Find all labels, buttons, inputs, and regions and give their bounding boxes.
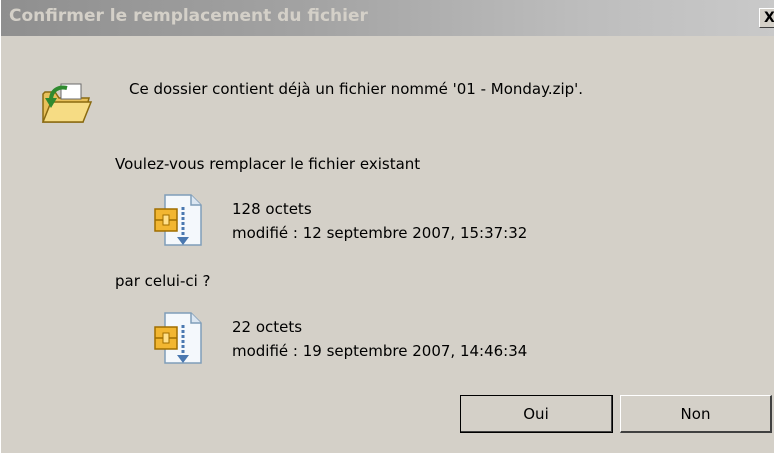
zip-file-icon <box>154 312 202 364</box>
existing-file-modified: modifié : 12 septembre 2007, 15:37:32 <box>232 224 528 242</box>
by-label: par celui-ci ? <box>115 272 211 290</box>
question-text: Voulez-vous remplacer le fichier existan… <box>115 155 421 173</box>
confirm-replace-dialog: Confirmer le remplacement du fichier X C… <box>0 0 774 453</box>
new-file-size: 22 octets <box>232 318 303 336</box>
no-button[interactable]: Non <box>620 395 772 433</box>
folder-replace-icon <box>41 83 93 123</box>
zip-file-icon <box>154 194 202 246</box>
close-button[interactable]: X <box>759 8 774 28</box>
yes-button[interactable]: Oui <box>460 395 613 433</box>
dialog-title: Confirmer le remplacement du fichier <box>9 6 368 26</box>
title-bar[interactable]: Confirmer le remplacement du fichier X <box>1 0 774 36</box>
new-file-modified: modifié : 19 septembre 2007, 14:46:34 <box>232 342 528 360</box>
existing-file-size: 128 octets <box>232 200 312 218</box>
message-text: Ce dossier contient déjà un fichier nomm… <box>129 80 584 98</box>
